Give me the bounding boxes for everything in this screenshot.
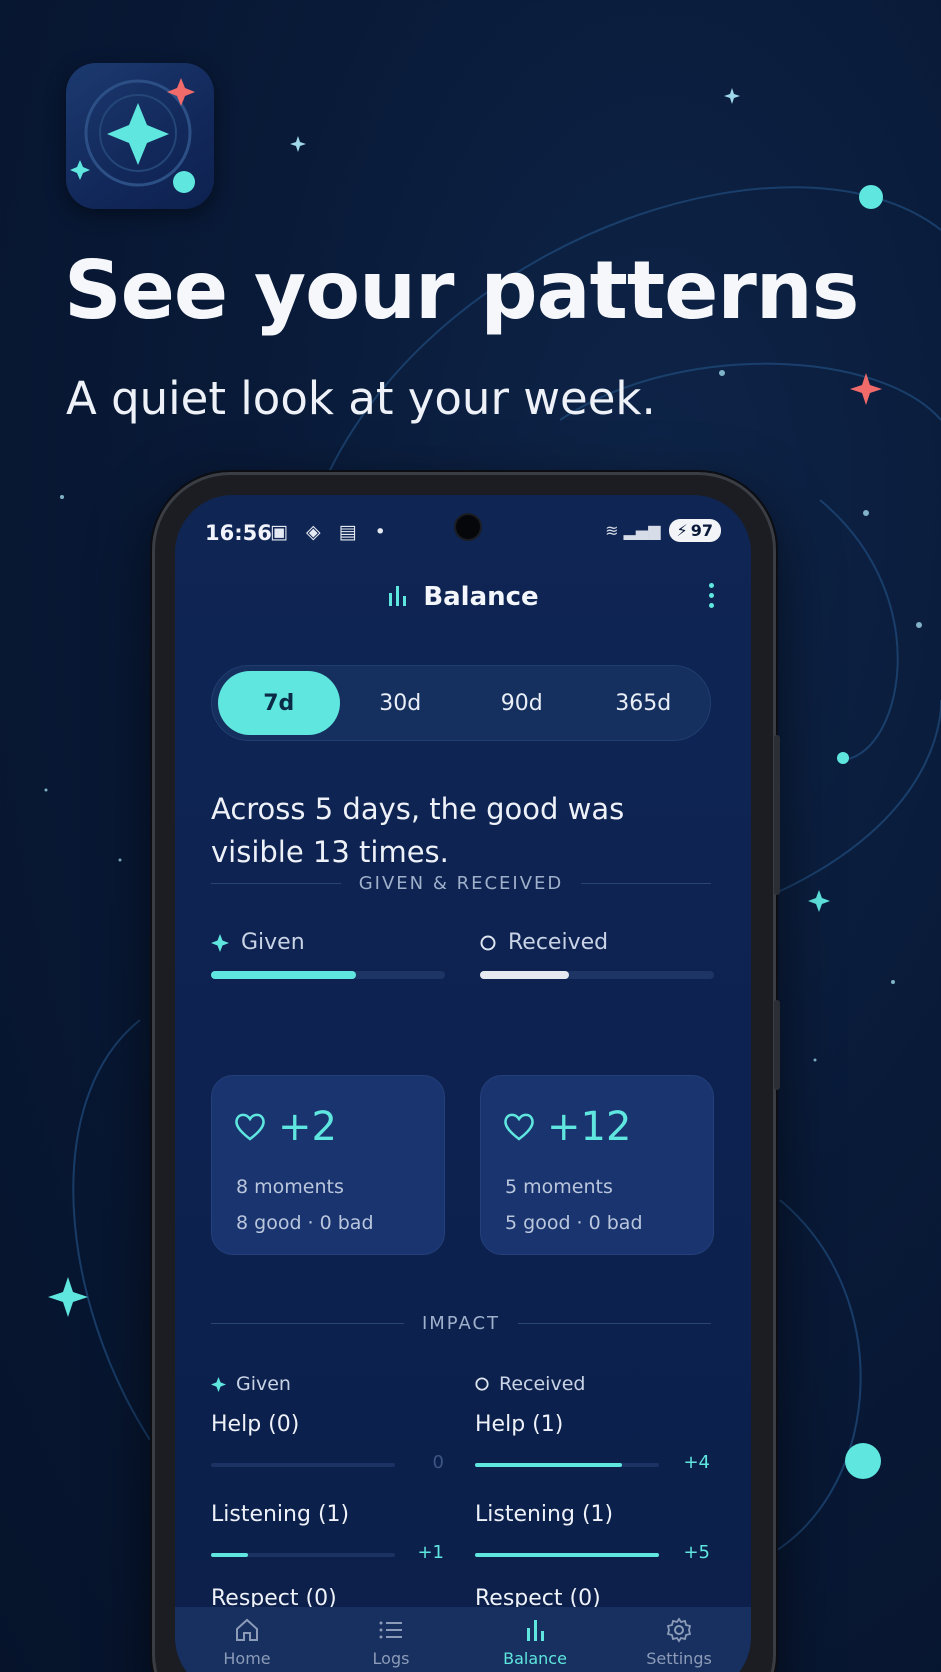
wifi-signal-icon: ≋ ▂▄▆ [605,521,661,540]
given-balance-bar [211,971,445,979]
impact-given-value: +1 [417,1542,444,1563]
page-title: Balance [423,582,539,612]
range-tab-30d[interactable]: 30d [340,671,462,735]
range-tab-7d[interactable]: 7d [218,671,340,735]
list-icon [379,1621,402,1639]
impact-received-bar [475,1553,659,1557]
impact-given-value: 0 [432,1452,444,1473]
range-tab-365d[interactable]: 365d [583,671,705,735]
promo-subheadline: A quiet look at your week. [66,372,656,425]
given-score-card[interactable]: +2 8 moments 8 good · 0 bad [211,1075,445,1255]
sparkle-icon [211,933,229,952]
impact-received-fill [475,1553,659,1557]
nav-balance[interactable]: Balance [480,1617,590,1672]
impact-given-fill [211,1553,248,1557]
impact-header: IMPACT [211,1313,712,1334]
given-score: +2 [278,1104,337,1150]
bar-chart-icon [527,1620,544,1641]
phone-screen: 16:56 ▣ ◈ ▤ • ≋ ▂▄▆ ⚡ 97 Balance 7d 30d … [175,495,751,1672]
circle-icon [480,935,496,950]
impact-received-name: Help (1) [475,1412,564,1437]
given-label: Given [211,930,305,955]
phone-side-button [774,735,780,895]
received-label: Received [480,930,608,955]
received-balance-fill [480,971,569,979]
summary-text: Across 5 days, the good was visible 13 t… [211,792,625,869]
heart-icon [235,1113,265,1141]
circle-icon [475,1377,489,1391]
impact-received-value: +5 [683,1542,710,1563]
battery-indicator: ⚡ 97 [668,519,721,542]
nav-home[interactable]: Home [192,1617,302,1672]
impact-given-bar [211,1553,395,1557]
top-bar: Balance [175,582,751,613]
nav-settings[interactable]: Settings [624,1617,734,1672]
impact-given-name: Help (0) [211,1412,300,1437]
gear-icon [666,1617,692,1643]
bolt-icon: ⚡ [676,521,688,540]
battery-level: 97 [690,521,713,540]
app-icon [66,63,214,209]
more-options-button[interactable] [705,583,717,615]
impact-received-name: Listening (1) [475,1502,614,1527]
home-icon [236,1618,258,1641]
impact-received-label: Received [475,1373,585,1395]
received-breakdown: 5 good · 0 bad [505,1212,643,1234]
given-moments: 8 moments [236,1176,344,1198]
received-balance-bar [480,971,714,979]
given-received-header: GIVEN & RECEIVED [211,873,712,894]
impact-given-bar [211,1463,395,1467]
received-moments: 5 moments [505,1176,613,1198]
status-right: ≋ ▂▄▆ ⚡ 97 [605,519,721,542]
promo-headline: See your patterns [64,244,859,337]
range-tab-90d[interactable]: 90d [461,671,583,735]
heart-icon [504,1113,534,1141]
received-score: +12 [547,1104,632,1150]
nav-logs[interactable]: Logs [336,1617,446,1672]
received-score-card[interactable]: +12 5 moments 5 good · 0 bad [480,1075,714,1255]
phone-side-button [774,1000,780,1090]
bar-chart-icon [387,583,407,613]
given-breakdown: 8 good · 0 bad [236,1212,374,1234]
front-camera [454,513,482,541]
given-balance-fill [211,971,357,979]
impact-received-value: +4 [683,1452,710,1473]
impact-received-bar [475,1463,659,1467]
sparkle-icon [211,1376,226,1392]
range-selector: 7d 30d 90d 365d [211,665,711,741]
more-vert-icon [708,583,714,588]
status-notification-icons: ▣ ◈ ▤ • [270,521,392,543]
bottom-navigation: Home Logs Balance Settings [175,1607,751,1672]
impact-received-fill [475,1463,623,1467]
impact-given-label: Given [211,1373,291,1395]
impact-given-name: Listening (1) [211,1502,350,1527]
status-time: 16:56 [205,521,272,545]
